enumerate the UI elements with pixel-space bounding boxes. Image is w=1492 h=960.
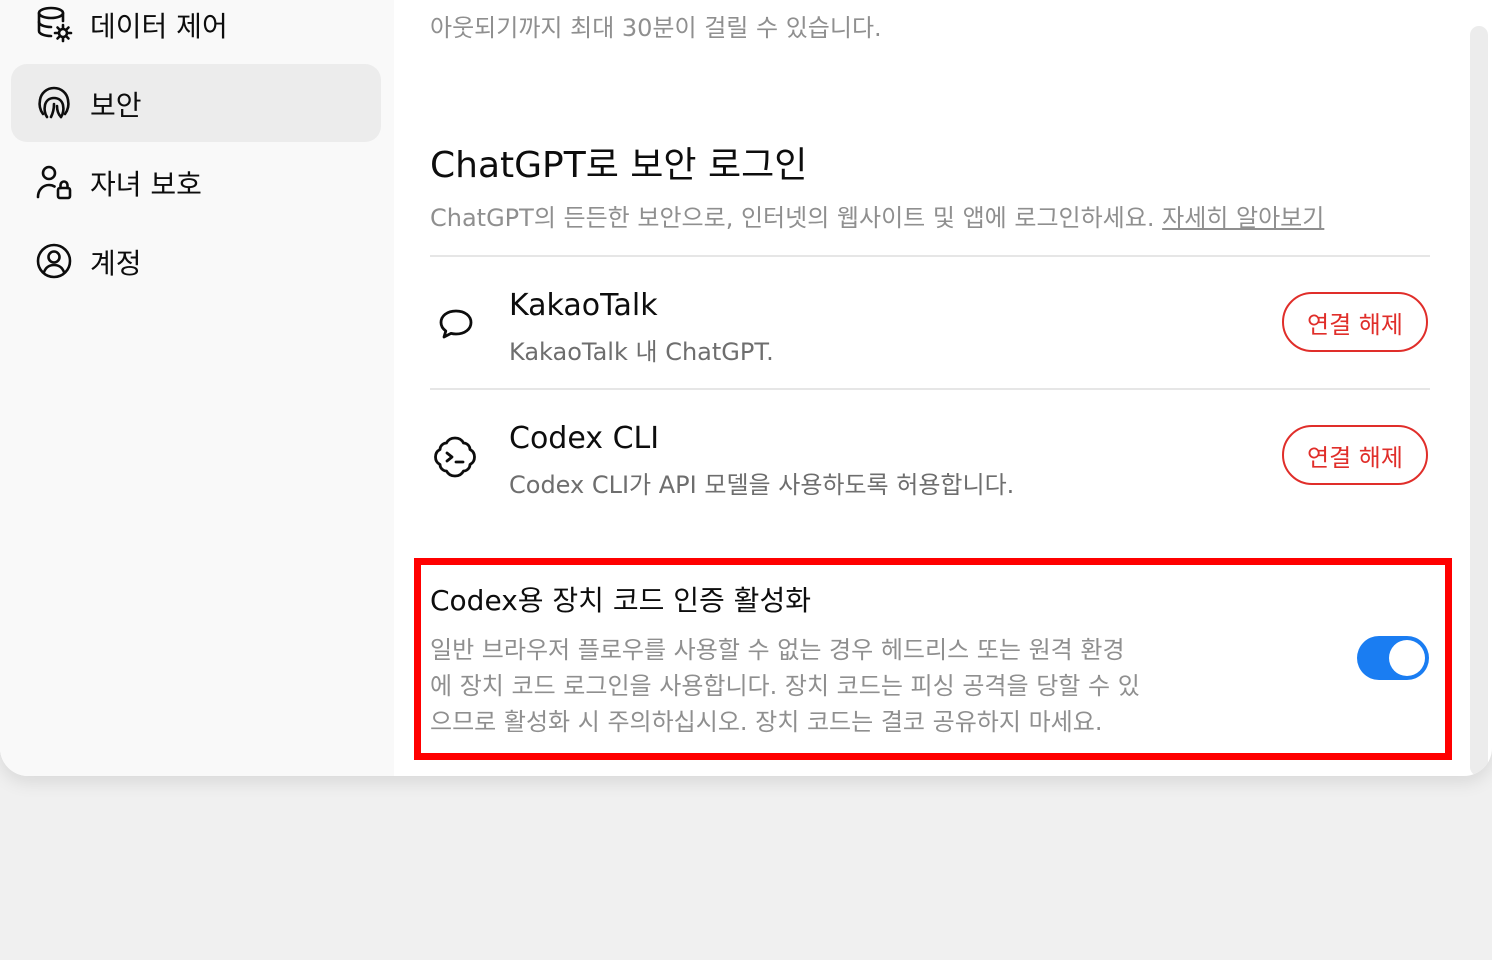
sidebar-item-label: 데이터 제어 — [90, 10, 228, 43]
connection-description: Codex CLI가 API 모델을 사용하도록 허용합니다. — [509, 471, 1015, 499]
connection-name: KakaoTalk — [509, 288, 658, 323]
fingerprint-icon — [35, 84, 73, 122]
chat-bubble-icon — [436, 304, 476, 348]
secure-login-description-text: ChatGPT의 든든한 보안으로, 인터넷의 웹사이트 및 앱에 로그인하세요… — [430, 204, 1155, 232]
highlight-box — [414, 558, 1452, 760]
divider — [430, 388, 1430, 390]
sidebar-item-label: 자녀 보호 — [90, 168, 202, 201]
database-gear-icon — [35, 5, 73, 43]
connection-name: Codex CLI — [509, 421, 660, 456]
secure-login-description: ChatGPT의 든든한 보안으로, 인터넷의 웹사이트 및 앱에 로그인하세요… — [430, 198, 1324, 233]
sidebar-item-label: 계정 — [90, 247, 142, 280]
sidebar-item-account[interactable]: 계정 — [11, 222, 381, 300]
parent-lock-icon — [35, 163, 73, 201]
disconnect-kakaotalk-button[interactable]: 연결 해제 — [1282, 292, 1428, 352]
sidebar-item-security[interactable]: 보안 — [11, 64, 381, 142]
disconnect-codex-cli-button[interactable]: 연결 해제 — [1282, 425, 1428, 485]
learn-more-link[interactable]: 자세히 알아보기 — [1162, 204, 1324, 232]
settings-sidebar: 데이터 제어 보안 자녀 보호 계정 — [0, 0, 394, 776]
account-circle-icon — [35, 242, 73, 280]
sidebar-item-data-controls[interactable]: 데이터 제어 — [11, 0, 381, 63]
secure-login-title: ChatGPT로 보안 로그인 — [430, 145, 808, 186]
sidebar-item-parental-controls[interactable]: 자녀 보호 — [11, 143, 381, 221]
connection-description: KakaoTalk 내 ChatGPT. — [509, 338, 774, 366]
scrollbar[interactable] — [1470, 26, 1488, 776]
sidebar-item-label: 보안 — [90, 89, 142, 122]
logout-note: 아웃되기까지 최대 30분이 걸릴 수 있습니다. — [430, 14, 882, 42]
codex-cli-icon — [432, 434, 478, 484]
divider — [430, 255, 1430, 257]
